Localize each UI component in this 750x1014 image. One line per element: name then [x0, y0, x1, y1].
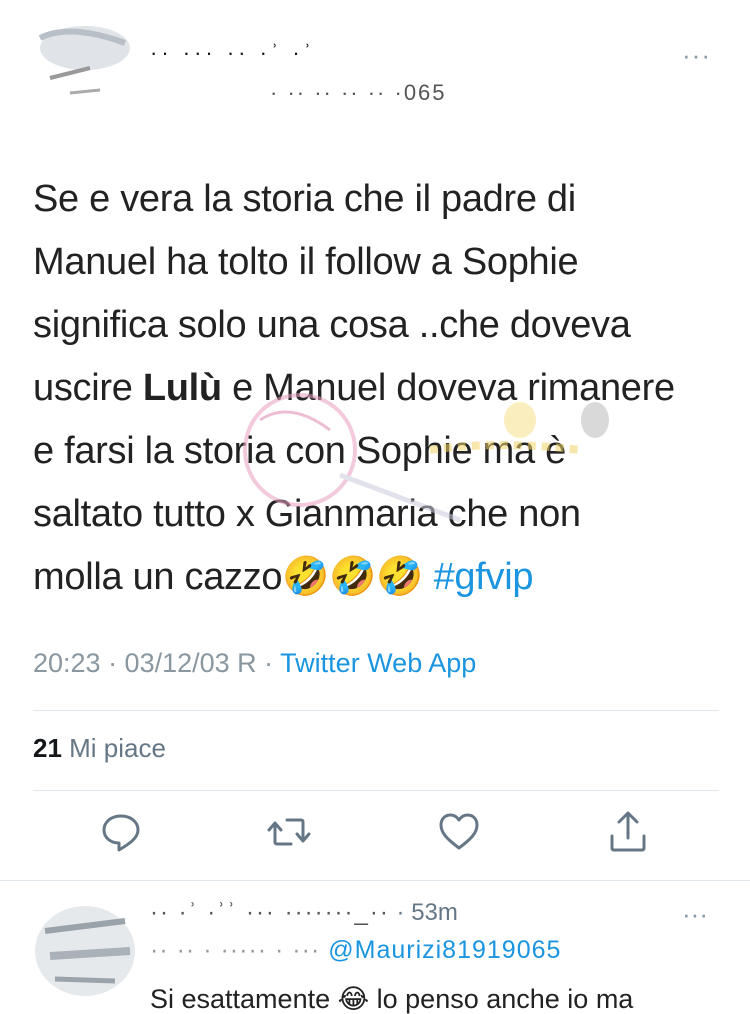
- reply-icon[interactable]: [97, 808, 145, 856]
- tweet-text-line: e farsi la storia con Sophie ma è: [33, 430, 566, 472]
- tweet-text: Se e vera la storia che il padre di Manu…: [33, 168, 723, 609]
- reply-author-line: ·· ·ʾ ·ʾʾ ··· ·······_·· · 53m: [150, 899, 458, 927]
- reply-tweet[interactable]: ·· ·ʾ ·ʾʾ ··· ·······_·· · 53m ·· ·· · ·…: [0, 881, 750, 1014]
- share-icon[interactable]: [604, 808, 652, 856]
- author-handle[interactable]: · ·· ·· ·· ·· ·065: [270, 80, 447, 106]
- likes-stat[interactable]: 21 Mi piace: [33, 733, 166, 764]
- reply-author-name[interactable]: ·· ·ʾ ·ʾʾ ··· ·······_··: [150, 899, 390, 926]
- tweet-timestamp: 20:23 · 03/12/03 R · Twitter Web App: [33, 648, 476, 679]
- likes-count: 21: [33, 733, 62, 763]
- tweet-text-line: Manuel ha tolto il follow a Sophie: [33, 241, 579, 283]
- divider: [33, 790, 719, 791]
- mention-link[interactable]: @Maurizi81919065: [328, 936, 561, 964]
- tweet-text-line: significa solo una cosa ..che doveva: [33, 304, 631, 346]
- reply-text: Si esattamente 😂 lo penso anche io ma: [150, 984, 634, 1014]
- text-segment: uscire: [33, 367, 143, 409]
- retweet-icon[interactable]: [265, 808, 313, 856]
- text-segment: molla un cazzo: [33, 556, 283, 598]
- tweet-text-line: molla un cazzo🤣🤣🤣 #gfvip: [33, 546, 723, 609]
- bold-name: Lulù: [142, 367, 222, 409]
- hashtag-link[interactable]: #gfvip: [434, 556, 534, 598]
- tweet-detail: ·· ··· ·· ·ʾ ·ʾ · ·· ·· ·· ·· ·065 ··· S…: [0, 0, 750, 880]
- laughing-emoji: 🤣🤣🤣: [282, 556, 424, 598]
- action-bar: [0, 808, 750, 864]
- timestamp-text: 20:23 · 03/12/03 R ·: [33, 648, 281, 678]
- avatar[interactable]: [30, 901, 140, 1001]
- likes-label: Mi piace: [61, 733, 166, 763]
- author-name[interactable]: ·· ··· ·· ·ʾ ·ʾ: [150, 40, 315, 66]
- text-segment: e Manuel doveva rimanere: [221, 367, 675, 409]
- replying-to-label: ·· ·· · ····· · ···: [150, 936, 329, 964]
- tweet-text-line: uscire Lulù e Manuel doveva rimanere: [33, 357, 723, 420]
- more-options-icon[interactable]: ···: [682, 40, 711, 71]
- avatar[interactable]: [30, 18, 130, 98]
- source-link[interactable]: Twitter Web App: [280, 648, 476, 678]
- reply-time: · 53m: [389, 899, 458, 926]
- tweet-text-line: saltato tutto x Gianmaria che non: [33, 493, 581, 535]
- more-options-icon[interactable]: ···: [682, 899, 708, 930]
- like-icon[interactable]: [435, 808, 483, 856]
- divider: [33, 710, 719, 711]
- tweet-text-line: Se e vera la storia che il padre di: [33, 178, 576, 220]
- replying-to-line: ·· ·· · ····· · ··· @Maurizi81919065: [150, 936, 561, 965]
